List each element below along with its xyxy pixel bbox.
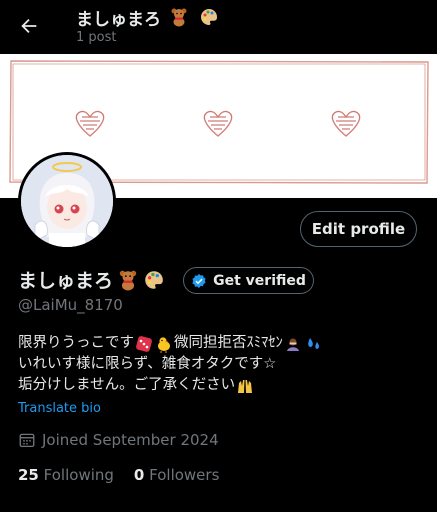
avatar[interactable]	[18, 152, 116, 250]
avatar-image	[21, 155, 113, 247]
artist-palette-icon	[143, 269, 165, 291]
top-bar: ましゅまろ 1 post	[0, 0, 437, 54]
following-link[interactable]: 25 Following	[18, 466, 114, 484]
followers-label: Followers	[149, 466, 220, 484]
bio-line: 限界りうっこです 微同担拒否ｽﾐﾏｾﾝ	[18, 333, 418, 354]
arrow-left-icon	[21, 18, 37, 34]
following-label: Following	[43, 466, 114, 484]
chick-icon	[155, 335, 173, 353]
bio-text: 限界りうっこです	[18, 335, 134, 351]
calendar-icon	[19, 433, 35, 448]
header-name: ましゅまろ	[76, 10, 161, 30]
person-bowing-icon	[284, 335, 302, 353]
edit-profile-button[interactable]: Edit profile	[300, 211, 417, 247]
display-name: ましゅまろ	[18, 270, 114, 292]
bio-line: 垢分けしません。ご了承ください	[18, 375, 418, 396]
header-title: ましゅまろ	[76, 5, 221, 30]
bio-text: 微同担拒否ｽﾐﾏｾﾝ	[174, 335, 283, 351]
profile-bio: 限界りうっこです 微同担拒否ｽﾐﾏｾﾝ いれいす様に限らず、雑食オタクです☆ 垢…	[18, 333, 418, 396]
bio-line: いれいす様に限らず、雑食オタクです☆	[18, 354, 418, 375]
following-count: 25	[18, 466, 39, 484]
verified-badge-icon	[192, 273, 206, 288]
join-date: Joined September 2024	[18, 431, 219, 449]
followers-link[interactable]: 0 Followers	[134, 466, 219, 484]
back-button[interactable]	[16, 13, 42, 39]
bio-text: いれいす様に限らず、雑食オタクです☆	[18, 356, 277, 372]
bio-text: 垢分けしません。ご了承ください	[18, 377, 236, 393]
translate-bio-link[interactable]: Translate bio	[18, 401, 101, 416]
followers-count: 0	[133, 466, 145, 484]
profile-name-row: ましゅまろ	[18, 266, 165, 293]
teddy-bear-icon	[117, 269, 139, 291]
follow-stats: 25 Following 0 Followers	[18, 466, 219, 484]
artist-palette-icon	[199, 7, 221, 29]
raising-hands-icon	[236, 377, 254, 395]
dice-icon	[135, 335, 153, 353]
username-handle: @LaiMu_8170	[18, 296, 123, 314]
get-verified-label: Get verified	[213, 272, 306, 289]
teddy-bear-icon	[169, 7, 191, 29]
join-date-text: Joined September 2024	[42, 431, 219, 449]
sweat-droplets-icon	[304, 335, 322, 353]
get-verified-button[interactable]: Get verified	[183, 267, 314, 294]
post-count: 1 post	[76, 30, 117, 45]
